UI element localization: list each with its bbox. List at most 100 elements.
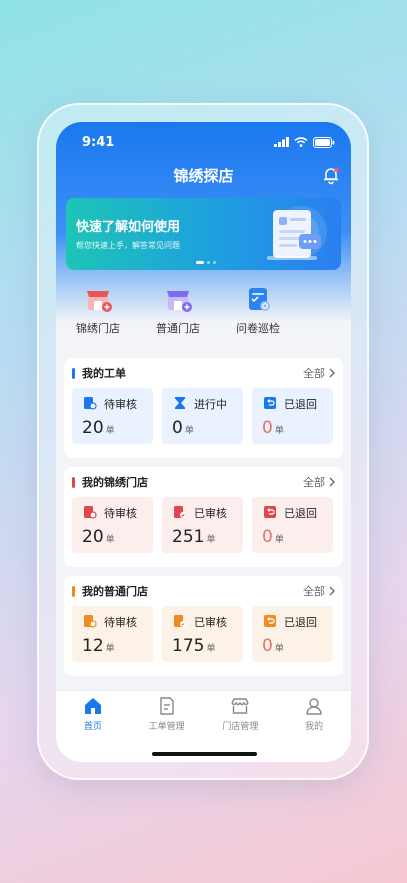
tile-value: 20 单 xyxy=(82,418,115,438)
normal-tile-returned[interactable]: 已退回 0单 xyxy=(252,606,333,662)
tile-label: 已审核 xyxy=(194,616,227,629)
tile-unit: 单 xyxy=(105,535,115,545)
quick-actions: 锦绣门店 普通门店 问卷巡检 xyxy=(56,284,351,346)
title-bar: 锦绣探店 xyxy=(56,160,351,190)
document-search-icon xyxy=(84,615,97,628)
tab-stores[interactable]: 门店管理 xyxy=(204,691,278,737)
tile-count: 251 xyxy=(172,527,205,547)
status-time: 9:41 xyxy=(82,134,115,150)
tile-value: 20 单 xyxy=(82,527,115,547)
normal-tile-pending[interactable]: 待审核 12 单 xyxy=(72,606,153,662)
bell-icon[interactable] xyxy=(321,165,341,185)
tile-value: 0单 xyxy=(262,418,284,438)
tile-label: 待审核 xyxy=(104,398,137,411)
tile-value: 12 单 xyxy=(82,636,115,656)
tile-count: 0 xyxy=(172,418,183,438)
document-check-icon xyxy=(174,615,186,627)
tile-unit: 单 xyxy=(206,644,216,654)
document-chat-illustration-icon xyxy=(267,206,327,260)
status-bar: 9:41 xyxy=(56,122,351,162)
tile-count: 0 xyxy=(262,418,273,438)
tile-value: 0单 xyxy=(262,527,284,547)
view-all-link[interactable]: 全部 xyxy=(303,583,335,599)
quick-action-label: 锦绣门店 xyxy=(76,322,120,335)
my-jinxiu-stores-card: 我的锦绣门店 全部 待审核 20 单 已审核 251 单 已退回 0单 xyxy=(64,467,343,567)
my-normal-stores-card: 我的普通门店 全部 待审核 12 单 已审核 175 单 已退回 0单 xyxy=(64,576,343,676)
tile-label: 已审核 xyxy=(194,507,227,520)
tile-value: 0单 xyxy=(172,418,194,438)
signal-icon xyxy=(274,137,289,147)
hourglass-icon xyxy=(175,397,185,409)
tile-count: 20 xyxy=(82,418,104,438)
view-all-label: 全部 xyxy=(303,476,325,489)
home-indicator xyxy=(152,752,257,756)
card-title: 我的锦绣门店 xyxy=(82,476,148,489)
accent-bar xyxy=(72,476,75,488)
page-title: 锦绣探店 xyxy=(173,166,234,185)
card-title: 我的普通门店 xyxy=(82,585,148,598)
tile-label: 待审核 xyxy=(104,507,137,520)
chevron-right-icon xyxy=(329,586,335,596)
tile-unit: 单 xyxy=(105,426,115,436)
my-orders-card: 我的工单 全部 待审核 20 单 进行中 0单 已退回 0单 xyxy=(64,358,343,458)
tile-count: 0 xyxy=(262,636,273,656)
tab-label: 工单管理 xyxy=(148,722,185,732)
tile-unit: 单 xyxy=(274,644,284,654)
tile-unit: 单 xyxy=(206,535,216,545)
tile-value: 251 单 xyxy=(172,527,215,547)
tab-profile[interactable]: 我的 xyxy=(277,691,351,737)
document-search-icon xyxy=(84,397,97,410)
normal-tile-approved[interactable]: 已审核 175 单 xyxy=(162,606,243,662)
tile-unit: 单 xyxy=(184,426,194,436)
survey-icon xyxy=(249,288,270,311)
tile-count: 12 xyxy=(82,636,104,656)
tile-unit: 单 xyxy=(274,535,284,545)
tile-label: 待审核 xyxy=(104,616,137,629)
jinxiu-tile-pending[interactable]: 待审核 20 单 xyxy=(72,497,153,553)
tab-label: 首页 xyxy=(83,722,102,732)
store-icon xyxy=(231,698,250,714)
tile-label: 进行中 xyxy=(194,398,227,411)
banner-pager xyxy=(196,261,216,264)
view-all-link[interactable]: 全部 xyxy=(303,365,335,381)
return-icon xyxy=(264,397,276,409)
tile-count: 20 xyxy=(82,527,104,547)
tab-label: 门店管理 xyxy=(222,722,259,732)
tile-count: 175 xyxy=(172,636,205,656)
jinxiu-tile-returned[interactable]: 已退回 0单 xyxy=(252,497,333,553)
return-icon xyxy=(264,615,276,627)
tile-value: 175 单 xyxy=(172,636,215,656)
quick-action-normal-store[interactable]: 普通门店 xyxy=(150,284,206,346)
jinxiu-tile-approved[interactable]: 已审核 251 单 xyxy=(162,497,243,553)
wifi-icon xyxy=(294,137,308,147)
card-title: 我的工单 xyxy=(82,367,126,380)
accent-bar xyxy=(72,585,75,597)
accent-bar xyxy=(72,367,75,379)
return-icon xyxy=(264,506,276,518)
quick-action-jinxiu-store[interactable]: 锦绣门店 xyxy=(70,284,126,346)
pager-dot xyxy=(196,261,204,264)
order-tile-in-progress[interactable]: 进行中 0单 xyxy=(162,388,243,444)
view-all-label: 全部 xyxy=(303,585,325,598)
pager-dot xyxy=(207,261,210,264)
user-icon xyxy=(306,698,322,715)
order-tile-pending[interactable]: 待审核 20 单 xyxy=(72,388,153,444)
tile-value: 0单 xyxy=(262,636,284,656)
status-icons xyxy=(274,136,335,148)
store-add-icon xyxy=(87,291,112,312)
banner-subtitle: 帮您快速上手，解答常见问题 xyxy=(76,241,180,250)
tile-unit: 单 xyxy=(274,426,284,436)
help-banner[interactable]: 快速了解如何使用 帮您快速上手，解答常见问题 xyxy=(66,198,341,270)
tile-label: 已退回 xyxy=(284,507,317,520)
tab-home[interactable]: 首页 xyxy=(56,691,130,737)
tab-orders[interactable]: 工单管理 xyxy=(130,691,204,737)
quick-action-survey[interactable]: 问卷巡检 xyxy=(230,284,286,346)
tile-label: 已退回 xyxy=(284,398,317,411)
document-icon xyxy=(159,697,174,715)
tile-label: 已退回 xyxy=(284,616,317,629)
store-add-icon xyxy=(167,291,192,312)
view-all-link[interactable]: 全部 xyxy=(303,474,335,490)
order-tile-returned[interactable]: 已退回 0单 xyxy=(252,388,333,444)
quick-action-label: 普通门店 xyxy=(156,322,200,335)
view-all-label: 全部 xyxy=(303,367,325,380)
